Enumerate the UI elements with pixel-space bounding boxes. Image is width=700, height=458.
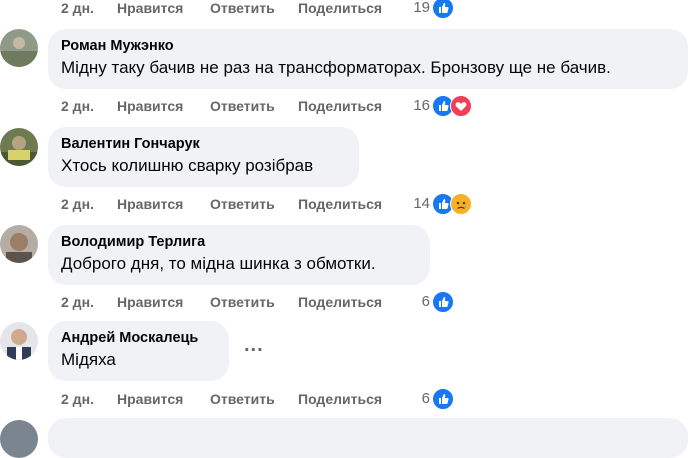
- comment-text: Хтось колишню сварку розібрав: [61, 156, 314, 175]
- comment-time[interactable]: 2 дн.: [61, 292, 94, 312]
- reaction-summary[interactable]: 16: [382, 95, 477, 117]
- reaction-summary[interactable]: 19: [382, 0, 457, 19]
- comment-bubble: Володимир Терлига Доброго дня, то мідна …: [48, 225, 430, 285]
- avatar[interactable]: [0, 322, 38, 360]
- like-reaction-icon: [432, 388, 454, 410]
- reply-link[interactable]: Ответить: [210, 96, 275, 116]
- comment-author[interactable]: Валентин Гончарук: [61, 135, 347, 153]
- reaction-count: 14: [413, 195, 430, 212]
- reply-link[interactable]: Ответить: [210, 0, 275, 18]
- more-options-button[interactable]: ...: [244, 334, 264, 357]
- like-link[interactable]: Нравится: [117, 194, 183, 214]
- share-link[interactable]: Поделиться: [298, 194, 382, 214]
- sad-reaction-icon: [450, 193, 472, 215]
- share-link[interactable]: Поделиться: [298, 292, 382, 312]
- reply-link[interactable]: Ответить: [210, 292, 275, 312]
- comment-text: Доброго дня, то мідна шинка з обмотки.: [61, 254, 376, 273]
- share-link[interactable]: Поделиться: [298, 0, 382, 18]
- share-link[interactable]: Поделиться: [298, 389, 382, 409]
- reaction-count: 6: [421, 390, 430, 407]
- comment-bubble: Роман Мужэнко Мідну таку бачив не раз на…: [48, 29, 688, 89]
- reaction-count: 6: [421, 293, 430, 310]
- comment-text: Мідну таку бачив не раз на трансформатор…: [61, 58, 611, 77]
- like-link[interactable]: Нравится: [117, 96, 183, 116]
- like-link[interactable]: Нравится: [117, 292, 183, 312]
- reaction-summary[interactable]: 6: [382, 388, 457, 410]
- comment-time[interactable]: 2 дн.: [61, 0, 94, 18]
- reply-link[interactable]: Ответить: [210, 389, 275, 409]
- reaction-count: 19: [413, 0, 430, 16]
- avatar[interactable]: [0, 128, 38, 166]
- comment-author[interactable]: Роман Мужэнко: [61, 37, 676, 55]
- comment-time[interactable]: 2 дн.: [61, 96, 94, 116]
- like-link[interactable]: Нравится: [117, 389, 183, 409]
- reaction-summary[interactable]: 6: [382, 291, 457, 313]
- like-link[interactable]: Нравится: [117, 0, 183, 18]
- reply-link[interactable]: Ответить: [210, 194, 275, 214]
- love-reaction-icon: [450, 95, 472, 117]
- avatar[interactable]: [0, 29, 38, 67]
- comment-bubble: Андрей Москалець Мідяха: [48, 321, 229, 381]
- like-reaction-icon: [432, 291, 454, 313]
- share-link[interactable]: Поделиться: [298, 96, 382, 116]
- comment-time[interactable]: 2 дн.: [61, 389, 94, 409]
- like-reaction-icon: [432, 0, 454, 19]
- comment-text: Мідяха: [61, 350, 116, 369]
- reaction-count: 16: [413, 97, 430, 114]
- comment-author[interactable]: Андрей Москалець: [61, 329, 217, 347]
- reaction-summary[interactable]: 14: [382, 193, 477, 215]
- comment-bubble: Валентин Гончарук Хтось колишню сварку р…: [48, 127, 359, 187]
- comment-bubble: [48, 418, 688, 458]
- avatar[interactable]: [0, 225, 38, 263]
- comment-author[interactable]: Володимир Терлига: [61, 233, 418, 251]
- comment-time[interactable]: 2 дн.: [61, 194, 94, 214]
